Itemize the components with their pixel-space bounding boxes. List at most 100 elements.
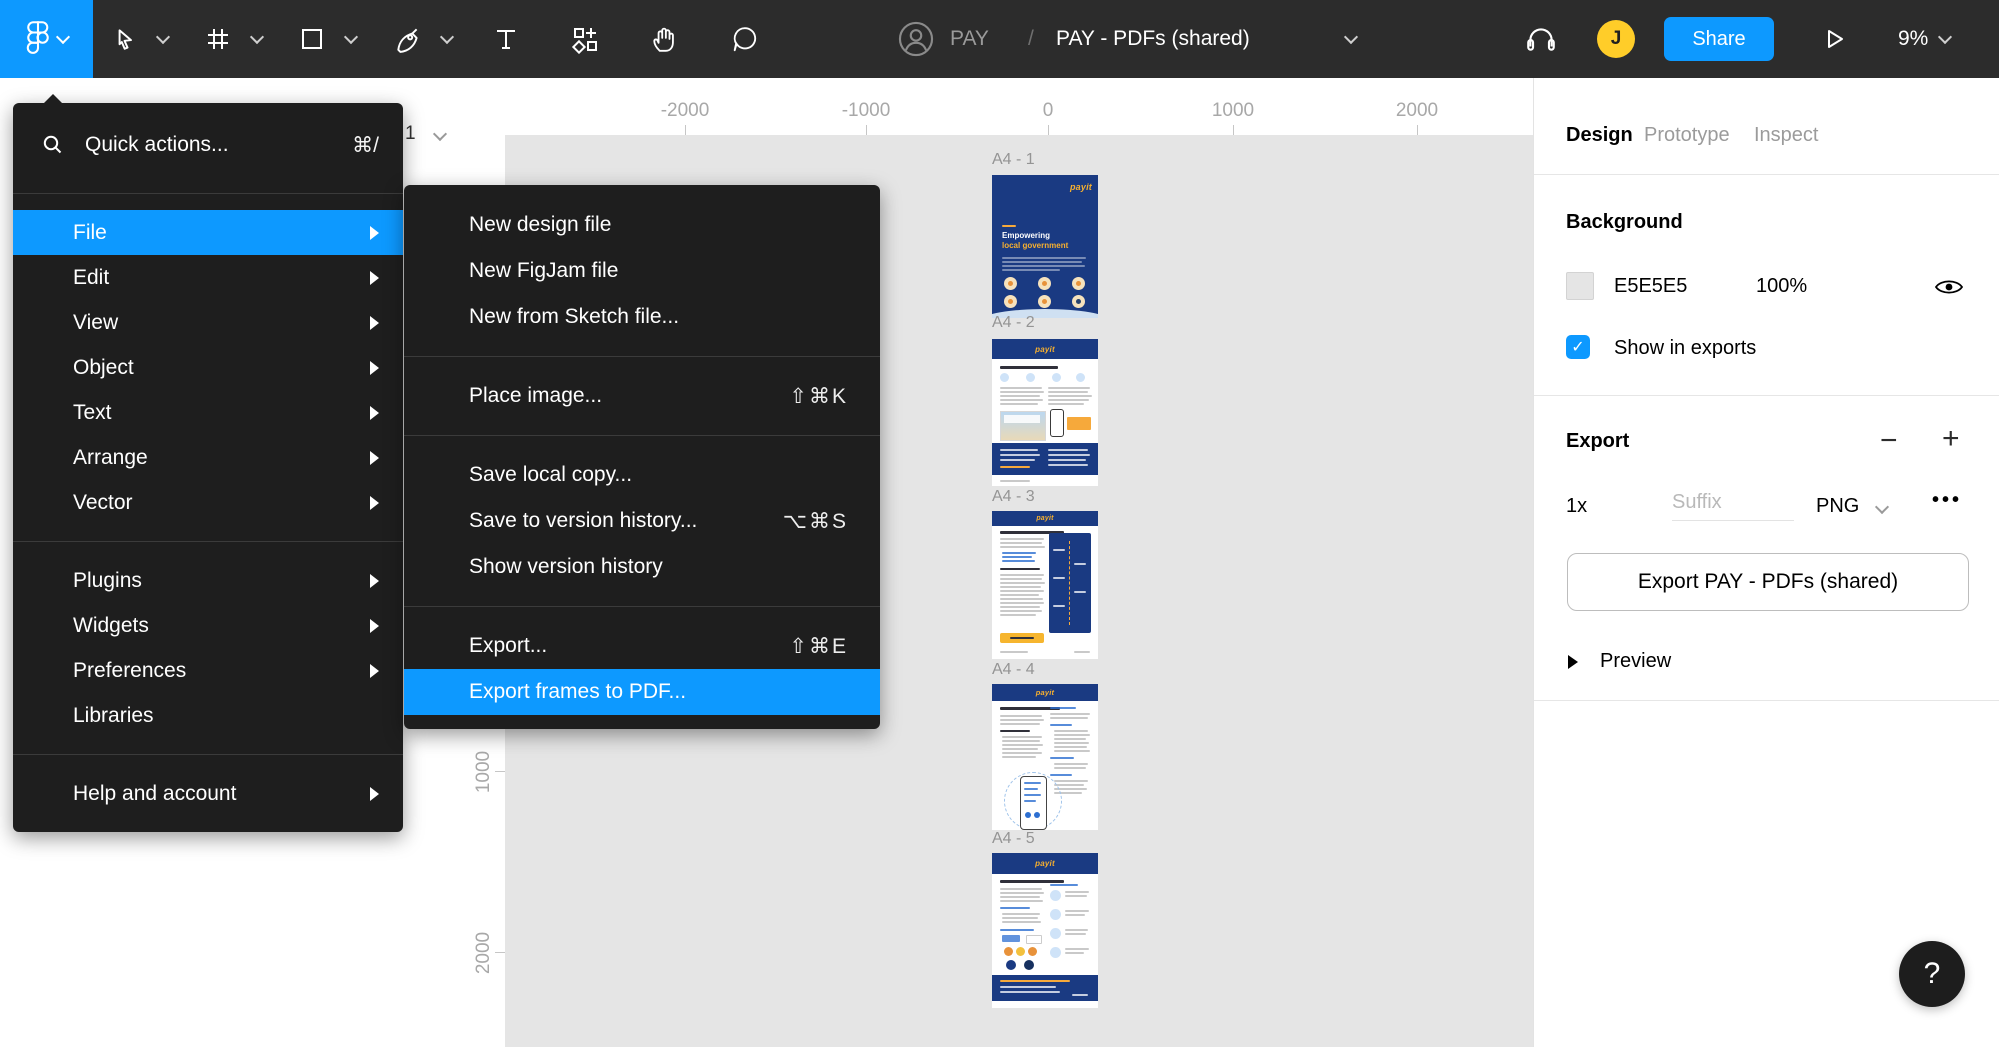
frame-thumbnail-a4-4[interactable]: payit	[992, 684, 1098, 830]
comment-tool[interactable]	[730, 0, 760, 78]
text-tool[interactable]	[492, 0, 520, 78]
divider	[1534, 700, 1999, 701]
background-color-hex[interactable]: E5E5E5	[1614, 275, 1687, 298]
menu-item-plugins[interactable]: Plugins	[13, 558, 403, 603]
frame-thumbnail-a4-1[interactable]: payit Empowering local government	[992, 175, 1098, 318]
ruler-tick	[866, 125, 867, 135]
submenu-item-save-local-copy[interactable]: Save local copy...	[404, 452, 880, 498]
submenu-item-new-from-sketch-file[interactable]: New from Sketch file...	[404, 294, 880, 340]
chevron-down-icon	[1343, 29, 1359, 45]
submenu-item-export[interactable]: Export... ⇧⌘E	[404, 623, 880, 669]
shape-tool[interactable]	[298, 0, 326, 78]
submenu-item-new-figjam-file[interactable]: New FigJam file	[404, 248, 880, 294]
frame-thumbnail-a4-3[interactable]: payit	[992, 511, 1098, 659]
rectangle-icon	[302, 29, 322, 49]
chevron-down-icon	[249, 29, 265, 45]
move-tool[interactable]	[112, 0, 138, 78]
menu-item-text[interactable]: Text	[13, 390, 403, 435]
hand-icon	[653, 27, 674, 52]
frame-tool[interactable]	[204, 0, 232, 78]
zoom-menu[interactable]: 9%	[1898, 0, 1953, 78]
thumb-header: payit	[992, 339, 1098, 359]
move-tool-dropdown[interactable]	[155, 0, 171, 78]
ruler-tick	[685, 125, 686, 135]
suffix-input[interactable]	[1672, 491, 1794, 521]
quick-actions-search[interactable]: Quick actions... ⌘/	[13, 103, 403, 177]
export-file-button[interactable]: Export PAY - PDFs (shared)	[1567, 553, 1969, 611]
export-more-options-button[interactable]: •••	[1932, 489, 1962, 512]
menu-item-widgets[interactable]: Widgets	[13, 603, 403, 648]
shortcut-label: ⌥⌘S	[782, 509, 848, 533]
menu-item-preferences[interactable]: Preferences	[13, 648, 403, 693]
frame-thumbnail-a4-2[interactable]: payit	[992, 339, 1098, 486]
menu-separator	[404, 435, 880, 436]
page-selector[interactable]: 1	[405, 123, 447, 145]
menu-item-object[interactable]: Object	[13, 345, 403, 390]
thumb-decoration	[1002, 225, 1016, 227]
submenu-item-save-to-version-history[interactable]: Save to version history... ⌥⌘S	[404, 498, 880, 544]
menu-item-help-and-account[interactable]: Help and account	[13, 771, 403, 816]
submenu-item-export-frames-to-pdf[interactable]: Export frames to PDF...	[404, 669, 880, 715]
file-owner-avatar[interactable]	[897, 0, 935, 78]
divider	[1534, 174, 1999, 175]
remove-export-setting-button[interactable]: −	[1880, 426, 1898, 456]
preview-toggle[interactable]: Preview	[1568, 650, 1671, 673]
background-opacity[interactable]: 100%	[1756, 275, 1807, 298]
ruler-tick	[1417, 125, 1418, 135]
eye-icon[interactable]	[1934, 276, 1964, 298]
export-scale[interactable]: 1x	[1566, 495, 1587, 518]
menu-item-libraries[interactable]: Libraries	[13, 693, 403, 738]
shape-tool-dropdown[interactable]	[343, 0, 359, 78]
file-name[interactable]: PAY - PDFs (shared)	[1056, 0, 1250, 78]
frame-label-a4-2[interactable]: A4 - 2	[992, 314, 1098, 332]
page-selector-label: 1	[405, 123, 416, 144]
play-icon	[1828, 30, 1843, 48]
menu-item-view[interactable]: View	[13, 300, 403, 345]
submenu-arrow-icon	[370, 450, 379, 465]
submenu-item-new-design-file[interactable]: New design file	[404, 202, 880, 248]
current-user-avatar[interactable]: J	[1597, 20, 1635, 58]
menu-item-arrange[interactable]: Arrange	[13, 435, 403, 480]
tab-design[interactable]: Design	[1566, 124, 1633, 147]
breadcrumb-project[interactable]: PAY	[950, 0, 989, 78]
question-mark: ?	[1923, 957, 1941, 990]
show-in-exports-label[interactable]: Show in exports	[1614, 337, 1756, 360]
tab-inspect[interactable]: Inspect	[1754, 124, 1818, 147]
frame-label-a4-5[interactable]: A4 - 5	[992, 830, 1098, 848]
payit-logo: payit	[1069, 182, 1092, 192]
submenu-item-show-version-history[interactable]: Show version history	[404, 544, 880, 590]
main-menu-button[interactable]	[0, 0, 93, 78]
frame-label-a4-3[interactable]: A4 - 3	[992, 488, 1098, 506]
menu-item-edit[interactable]: Edit	[13, 255, 403, 300]
help-button[interactable]: ?	[1899, 941, 1965, 1007]
add-export-setting-button[interactable]: +	[1942, 424, 1960, 454]
share-button[interactable]: Share	[1664, 17, 1774, 61]
submenu-item-place-image[interactable]: Place image... ⇧⌘K	[404, 373, 880, 419]
ruler-label: -1000	[841, 100, 891, 121]
menu-item-vector[interactable]: Vector	[13, 480, 403, 525]
frame-thumbnail-a4-5[interactable]: payit	[992, 853, 1098, 1008]
show-in-exports-checkbox[interactable]: ✓	[1566, 335, 1590, 359]
export-format-dropdown[interactable]: PNG	[1816, 495, 1889, 518]
comment-icon	[733, 27, 757, 52]
file-name-dropdown[interactable]	[1343, 0, 1359, 78]
tab-prototype[interactable]: Prototype	[1644, 124, 1730, 147]
hand-tool[interactable]	[650, 0, 680, 78]
pen-tool[interactable]	[394, 0, 422, 78]
menu-item-file[interactable]: File	[13, 210, 403, 255]
frame-label-a4-1[interactable]: A4 - 1	[992, 151, 1098, 169]
quick-actions-shortcut: ⌘/	[352, 133, 379, 157]
submenu-item-label: Place image...	[469, 384, 603, 407]
zoom-level: 9%	[1898, 27, 1929, 50]
payit-logo: payit	[1036, 515, 1054, 522]
audio-call-button[interactable]	[1524, 0, 1558, 78]
frame-label-a4-4[interactable]: A4 - 4	[992, 661, 1098, 679]
present-button[interactable]	[1820, 0, 1848, 78]
pen-tool-dropdown[interactable]	[439, 0, 455, 78]
frame-tool-dropdown[interactable]	[249, 0, 265, 78]
resources-tool[interactable]	[570, 0, 600, 78]
quick-actions-label: Quick actions...	[85, 133, 229, 156]
ruler-tick	[1048, 125, 1049, 135]
background-color-swatch[interactable]	[1566, 272, 1594, 300]
ruler-label: -2000	[660, 100, 710, 121]
